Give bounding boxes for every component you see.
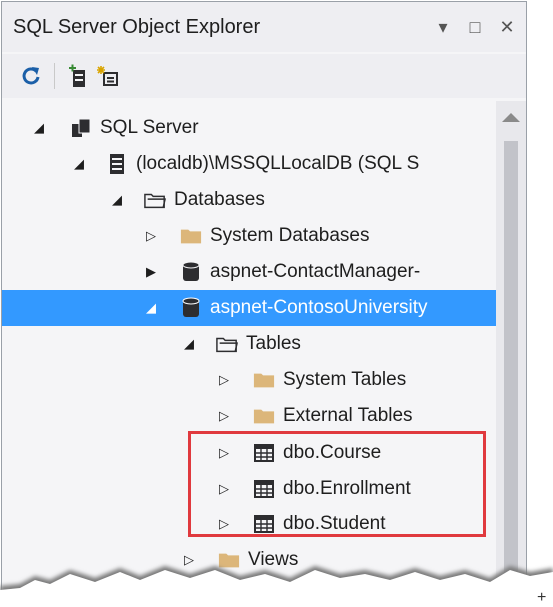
collapsed-arrow-icon[interactable]: ▷ — [217, 408, 231, 423]
server-group-icon — [70, 117, 92, 139]
folder-icon — [253, 369, 275, 391]
add-sql-server-icon — [69, 64, 85, 87]
tree-item-label: System Tables — [283, 369, 407, 390]
collapsed-arrow-icon[interactable]: ▷ — [217, 372, 231, 387]
folder-open-icon — [216, 333, 238, 355]
expanded-arrow-icon[interactable]: ◢ — [32, 120, 46, 135]
folder-icon — [180, 225, 202, 247]
tree-item-label: System Databases — [210, 225, 370, 246]
folder-icon — [253, 405, 275, 427]
corner-mark: + — [537, 589, 547, 606]
tree-item-databases[interactable]: ◢ Databases — [2, 182, 496, 218]
new-query-icon — [97, 66, 118, 86]
highlight-annotation-box — [188, 431, 486, 537]
expanded-arrow-icon[interactable]: ◢ — [110, 192, 124, 207]
collapsed-arrow-icon[interactable]: ▷ — [144, 228, 158, 243]
expanded-arrow-icon[interactable]: ◢ — [144, 300, 158, 315]
tree-item-localdb-server[interactable]: ◢ (localdb)\MSSQLLocalDB (SQL S — [2, 146, 496, 182]
torn-edge-effect — [0, 566, 553, 605]
tree-item-label: aspnet-ContosoUniversity — [210, 297, 428, 318]
add-sql-server-button[interactable] — [63, 61, 93, 91]
database-icon — [180, 261, 202, 283]
folder-open-icon — [144, 189, 166, 211]
tree-item-sql-server[interactable]: ◢ SQL Server — [2, 110, 496, 146]
tree-item-label: Databases — [174, 189, 265, 210]
tree-item-label: (localdb)\MSSQLLocalDB (SQL S — [136, 153, 420, 174]
dropdown-icon[interactable]: ▾ — [432, 17, 454, 38]
tree-item-label: Tables — [246, 333, 301, 354]
expanded-arrow-icon[interactable]: ◢ — [72, 156, 86, 171]
tree-item-contactmanager-db[interactable]: ▶ aspnet-ContactManager- — [2, 254, 496, 290]
database-icon — [180, 297, 202, 319]
tree-item-label: External Tables — [283, 405, 413, 426]
panel-titlebar: SQL Server Object Explorer ▾ □ ✕ — [2, 2, 526, 52]
tree-item-label: SQL Server — [100, 117, 199, 138]
toolbar — [2, 54, 526, 98]
close-icon[interactable]: ✕ — [496, 17, 518, 38]
collapsed-arrow-icon[interactable]: ▶ — [144, 264, 158, 279]
scroll-up-arrow-icon[interactable] — [502, 113, 520, 122]
title-controls: ▾ □ ✕ — [432, 17, 526, 38]
panel-title: SQL Server Object Explorer — [13, 15, 261, 38]
tree-item-label: aspnet-ContactManager- — [210, 261, 421, 282]
tree-item-system-databases[interactable]: ▷ System Databases — [2, 218, 496, 254]
maximize-icon[interactable]: □ — [464, 17, 486, 38]
tree-item-tables[interactable]: ◢ Tables — [2, 326, 496, 362]
new-query-button[interactable] — [93, 61, 123, 91]
tree-item-external-tables[interactable]: ▷ External Tables — [2, 398, 496, 434]
refresh-icon — [22, 67, 40, 85]
vertical-scrollbar[interactable] — [496, 101, 526, 603]
tree-item-system-tables[interactable]: ▷ System Tables — [2, 362, 496, 398]
server-icon — [106, 153, 128, 175]
refresh-button[interactable] — [16, 61, 46, 91]
tree-item-contosouniversity-db[interactable]: ◢ aspnet-ContosoUniversity — [2, 290, 496, 326]
toolbar-separator — [54, 63, 55, 89]
scrollbar-thumb[interactable] — [504, 141, 518, 603]
expanded-arrow-icon[interactable]: ◢ — [182, 336, 196, 351]
